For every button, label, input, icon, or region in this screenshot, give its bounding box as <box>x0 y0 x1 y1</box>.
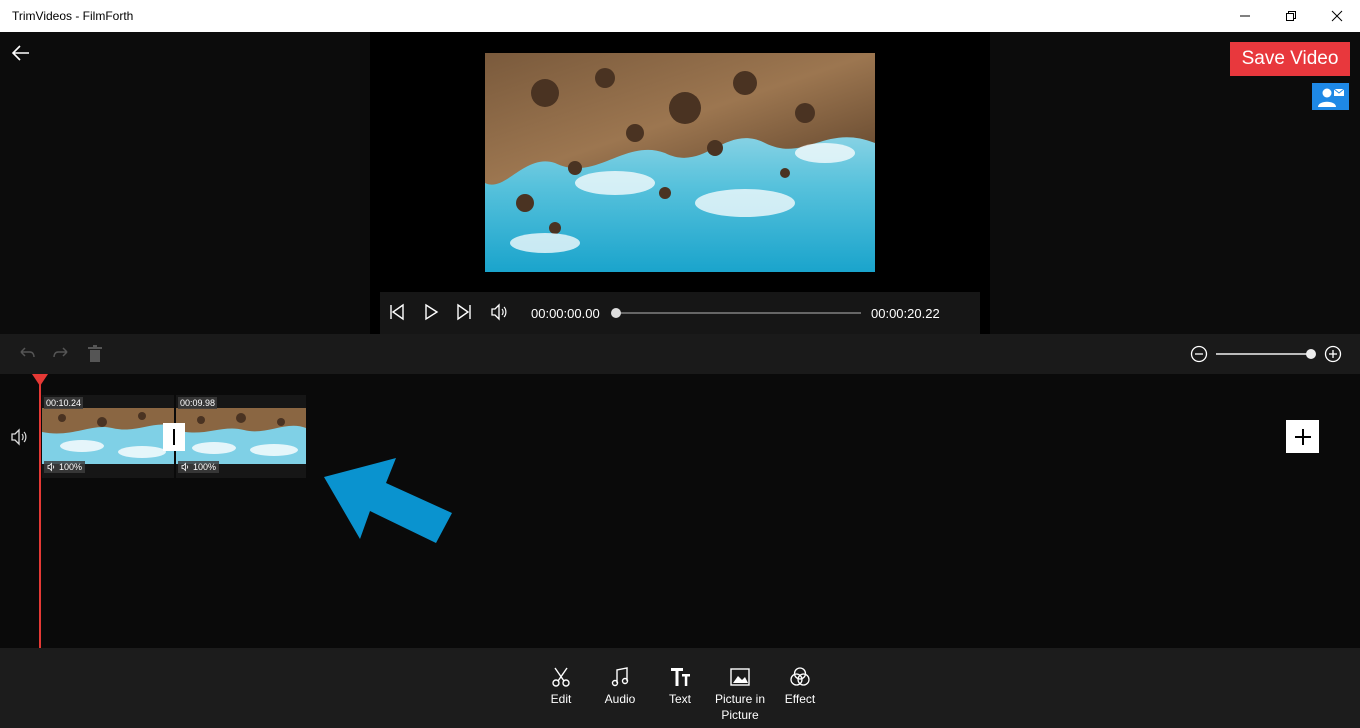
window-title: TrimVideos - FilmForth <box>12 9 134 23</box>
clip-volume-value: 100% <box>193 462 217 472</box>
volume-icon <box>491 303 507 321</box>
redo-button[interactable] <box>51 344 71 364</box>
zoom-slider-track[interactable] <box>1216 353 1311 355</box>
text-tool-label: Text <box>668 692 691 706</box>
current-time: 00:00:00.00 <box>531 306 600 321</box>
delete-button[interactable] <box>85 344 105 364</box>
video-frame-image <box>485 53 875 272</box>
clip-volume-badge: 100% <box>44 461 86 473</box>
restore-icon <box>1286 11 1296 21</box>
edit-tool-button[interactable]: Edit <box>545 666 577 707</box>
add-clip-button[interactable] <box>1286 420 1319 453</box>
transition-divider-icon <box>173 429 175 445</box>
text-tool-button[interactable]: Text <box>663 666 697 707</box>
skip-to-end-button[interactable] <box>455 303 475 323</box>
music-note-icon <box>611 667 629 687</box>
playhead-line[interactable] <box>39 384 41 648</box>
contact-mail-icon <box>1317 88 1344 107</box>
timeline-clip[interactable]: 00:10.24 100% <box>42 395 174 478</box>
scissors-icon <box>552 667 570 687</box>
play-icon <box>425 303 439 321</box>
transition-button[interactable] <box>163 423 185 451</box>
play-button[interactable] <box>422 303 442 323</box>
clip-thumbnail <box>42 408 174 464</box>
volume-icon <box>11 428 27 446</box>
seek-knob[interactable] <box>611 308 621 318</box>
total-time: 00:00:20.22 <box>871 306 940 321</box>
right-panel <box>990 32 1360 334</box>
timeline-clip[interactable]: 00:09.98 100% <box>176 395 306 478</box>
left-panel <box>0 32 370 334</box>
picture-in-picture-tool-label: Picture in Picture <box>714 692 766 722</box>
volume-icon <box>47 462 55 472</box>
zoom-in-button[interactable] <box>1324 345 1344 365</box>
close-button[interactable] <box>1314 0 1360 32</box>
title-bar: TrimVideos - FilmForth <box>0 0 1360 32</box>
volume-icon <box>181 462 189 472</box>
volume-button[interactable] <box>490 303 510 323</box>
clip-volume-badge: 100% <box>178 461 220 473</box>
zoom-in-icon <box>1324 345 1342 363</box>
effect-tool-label: Effect <box>784 692 816 706</box>
edit-tool-label: Edit <box>550 692 572 706</box>
track-volume-button[interactable] <box>10 427 30 447</box>
minimize-icon <box>1240 15 1250 17</box>
clip-duration: 00:09.98 <box>178 397 218 409</box>
trash-icon <box>88 345 102 362</box>
skip-next-icon <box>457 303 471 321</box>
clip-thumbnail <box>176 408 306 464</box>
audio-tool-button[interactable]: Audio <box>601 666 639 707</box>
clip-volume-value: 100% <box>59 462 83 472</box>
effect-circles-icon <box>790 667 810 686</box>
zoom-slider-knob[interactable] <box>1306 349 1316 359</box>
audio-tool-label: Audio <box>604 692 636 706</box>
skip-to-start-button[interactable] <box>388 303 408 323</box>
minimize-button[interactable] <box>1222 0 1268 32</box>
save-video-button[interactable]: Save Video <box>1230 42 1350 76</box>
contact-button[interactable] <box>1312 83 1349 110</box>
seek-bar[interactable] <box>616 312 861 314</box>
playhead-handle[interactable] <box>32 374 48 386</box>
timeline-toolbar <box>0 334 1360 374</box>
picture-in-picture-tool-button[interactable]: Picture in Picture <box>710 666 770 723</box>
zoom-out-icon <box>1190 345 1208 363</box>
undo-button[interactable] <box>17 344 37 364</box>
restore-button[interactable] <box>1268 0 1314 32</box>
annotation-arrow-icon <box>320 455 460 550</box>
back-button[interactable] <box>10 42 32 64</box>
video-preview-frame[interactable] <box>485 53 875 272</box>
effect-tool-button[interactable]: Effect <box>780 666 820 707</box>
image-icon <box>730 668 750 686</box>
text-icon <box>671 668 690 686</box>
arrow-left-icon <box>11 45 29 61</box>
redo-icon <box>53 347 68 358</box>
zoom-out-button[interactable] <box>1190 345 1210 365</box>
close-icon <box>1331 10 1343 22</box>
skip-previous-icon <box>390 303 404 321</box>
clip-duration: 00:10.24 <box>44 397 84 409</box>
undo-icon <box>20 347 35 358</box>
plus-icon <box>1294 428 1311 445</box>
